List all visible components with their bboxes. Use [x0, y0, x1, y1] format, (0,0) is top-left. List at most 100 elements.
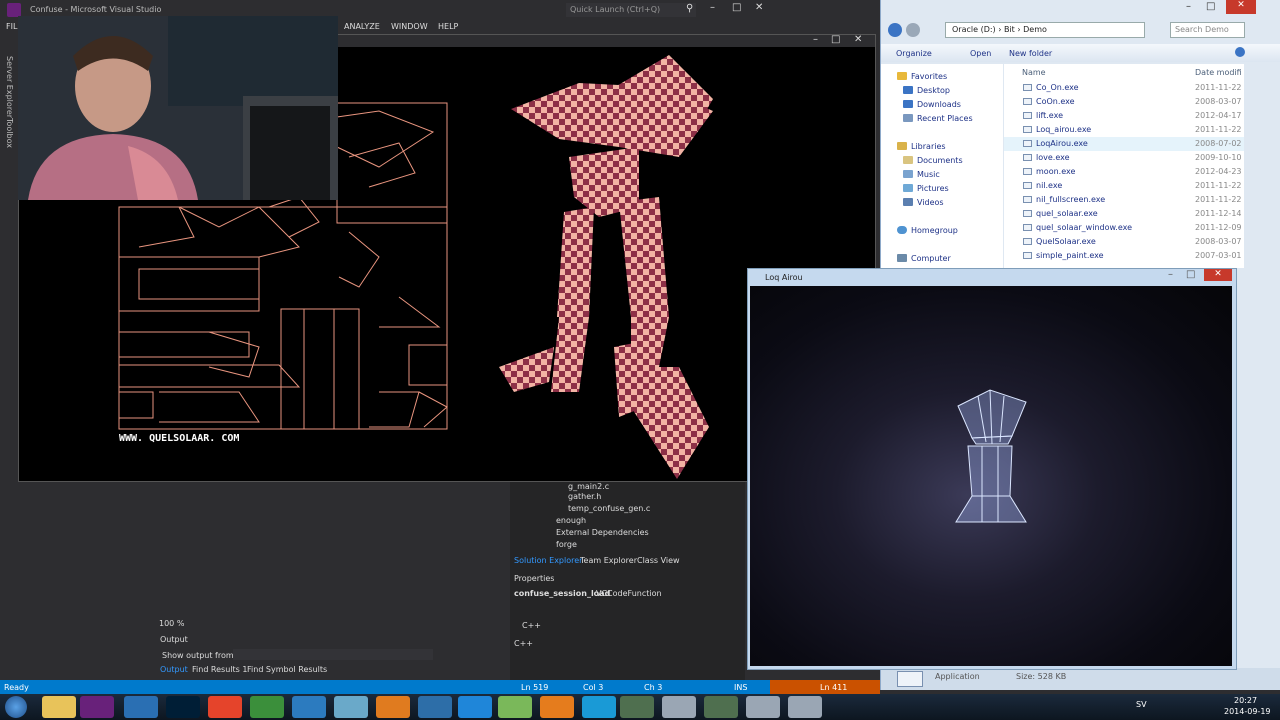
- solution-item[interactable]: External Dependencies: [556, 528, 649, 537]
- breadcrumb-oracle[interactable]: Oracle (D:): [952, 25, 996, 34]
- nav-music[interactable]: Music: [903, 170, 940, 179]
- forward-icon[interactable]: [906, 23, 920, 37]
- open-button[interactable]: Open: [970, 49, 991, 58]
- solution-item[interactable]: forge: [556, 540, 577, 549]
- app-icon[interactable]: [662, 696, 696, 718]
- app-icon[interactable]: [498, 696, 532, 718]
- minimize-button[interactable]: –: [710, 2, 715, 13]
- back-icon[interactable]: [888, 23, 902, 37]
- close-button[interactable]: ✕: [755, 2, 763, 13]
- documents-icon: [903, 156, 913, 164]
- solution-item[interactable]: gather.h: [568, 492, 601, 501]
- app-icon[interactable]: [292, 696, 326, 718]
- firefox-icon[interactable]: [376, 696, 410, 718]
- app-icon[interactable]: [704, 696, 738, 718]
- photoshop-icon[interactable]: [166, 696, 200, 718]
- column-date-modified[interactable]: Date modifi: [1195, 68, 1242, 77]
- solution-item[interactable]: g_main2.c: [568, 482, 609, 491]
- nav-recent-places[interactable]: Recent Places: [903, 114, 973, 123]
- nav-homegroup[interactable]: Homegroup: [897, 226, 958, 235]
- start-button[interactable]: [5, 696, 27, 718]
- app-icon[interactable]: [124, 696, 158, 718]
- properties-section[interactable]: C++: [522, 621, 541, 630]
- address-bar[interactable]: Oracle (D:) › Bit › Demo: [945, 22, 1145, 38]
- nav-documents[interactable]: Documents: [903, 156, 963, 165]
- menu-help[interactable]: HELP: [438, 22, 458, 31]
- column-name[interactable]: Name: [1022, 68, 1046, 77]
- skype-icon[interactable]: [582, 696, 616, 718]
- app-icon[interactable]: [746, 696, 780, 718]
- organize-button[interactable]: Organize: [896, 49, 932, 58]
- nav-computer[interactable]: Computer: [897, 254, 951, 263]
- class-view-tab[interactable]: Class View: [637, 556, 680, 565]
- solution-item[interactable]: temp_confuse_gen.c: [568, 504, 650, 513]
- find-results-tab[interactable]: Find Results 1: [192, 665, 247, 674]
- nav-videos[interactable]: Videos: [903, 198, 944, 207]
- app-icon[interactable]: [418, 696, 452, 718]
- file-row[interactable]: simple_paint.exe 2007-03-01: [1004, 249, 1244, 263]
- nav-pictures[interactable]: Pictures: [903, 184, 949, 193]
- maximize-button[interactable]: □: [732, 2, 741, 13]
- loq-maximize-button[interactable]: □: [1186, 269, 1195, 280]
- output-tab[interactable]: Output: [160, 665, 188, 674]
- internet-explorer-icon[interactable]: [458, 696, 492, 718]
- demo-minimize-button[interactable]: –: [813, 34, 818, 45]
- app-icon[interactable]: [208, 696, 242, 718]
- output-source-select[interactable]: [233, 649, 433, 660]
- breadcrumb-bit[interactable]: Bit: [1004, 25, 1015, 34]
- file-row[interactable]: love.exe 2009-10-10: [1004, 151, 1244, 165]
- app-icon[interactable]: [334, 696, 368, 718]
- app-icon[interactable]: [620, 696, 654, 718]
- nav-favorites[interactable]: Favorites: [897, 72, 947, 81]
- loq-close-button[interactable]: ✕: [1204, 269, 1232, 281]
- explorer-maximize-button[interactable]: □: [1206, 1, 1215, 12]
- team-explorer-tab[interactable]: Team Explorer: [580, 556, 637, 565]
- vlc-icon[interactable]: [540, 696, 574, 718]
- demo-maximize-button[interactable]: □: [831, 34, 840, 45]
- file-row-hovered[interactable]: LoqAirou.exe 2008-07-02: [1004, 137, 1244, 151]
- breadcrumb-demo[interactable]: Demo: [1023, 25, 1047, 34]
- explorer-close-button[interactable]: ✕: [1226, 0, 1256, 14]
- solution-item[interactable]: enough: [556, 516, 586, 525]
- demo-close-button[interactable]: ✕: [854, 34, 862, 45]
- app-icon[interactable]: [788, 696, 822, 718]
- toolbox-tab[interactable]: Toolbox: [5, 118, 14, 148]
- file-row[interactable]: nil.exe 2011-11-22: [1004, 179, 1244, 193]
- language-indicator[interactable]: SV: [1136, 700, 1147, 709]
- server-explorer-tab[interactable]: Server Explorer: [5, 56, 14, 118]
- nav-libraries[interactable]: Libraries: [897, 142, 946, 151]
- quick-launch-input[interactable]: Quick Launch (Ctrl+Q): [566, 3, 696, 17]
- visual-studio-icon[interactable]: [80, 696, 114, 718]
- nav-desktop[interactable]: Desktop: [903, 86, 950, 95]
- status-column: Col 3: [583, 683, 604, 692]
- loq-minimize-button[interactable]: –: [1168, 269, 1173, 280]
- file-row[interactable]: quel_solaar_window.exe 2011-12-09: [1004, 221, 1244, 235]
- menu-analyze[interactable]: ANALYZE: [344, 22, 380, 31]
- file-row[interactable]: QuelSolaar.exe 2008-03-07: [1004, 235, 1244, 249]
- loq-render-canvas[interactable]: [750, 286, 1232, 666]
- file-row[interactable]: Loq_airou.exe 2011-11-22: [1004, 123, 1244, 137]
- solution-explorer-tab[interactable]: Solution Explorer: [514, 556, 582, 565]
- file-row[interactable]: nil_fullscreen.exe 2011-11-22: [1004, 193, 1244, 207]
- zoom-level[interactable]: 100 %: [159, 619, 184, 628]
- nav-downloads[interactable]: Downloads: [903, 100, 961, 109]
- menu-file[interactable]: FIL: [6, 22, 17, 31]
- chrome-icon[interactable]: [250, 696, 284, 718]
- file-row[interactable]: CoOn.exe 2008-03-07: [1004, 95, 1244, 109]
- explorer-minimize-button[interactable]: –: [1186, 1, 1191, 12]
- new-folder-button[interactable]: New folder: [1009, 49, 1052, 58]
- folder-icon[interactable]: [42, 696, 76, 718]
- output-title: Output: [160, 635, 188, 644]
- properties-title: Properties: [514, 574, 555, 583]
- file-row[interactable]: quel_solaar.exe 2011-12-14: [1004, 207, 1244, 221]
- search-icon[interactable]: ⚲: [686, 3, 693, 14]
- file-row[interactable]: moon.exe 2012-04-23: [1004, 165, 1244, 179]
- search-input[interactable]: Search Demo: [1170, 22, 1245, 38]
- file-row[interactable]: lift.exe 2012-04-17: [1004, 109, 1244, 123]
- clock-date[interactable]: 2014-09-19: [1224, 707, 1271, 716]
- find-symbol-results-tab[interactable]: Find Symbol Results: [247, 665, 327, 674]
- clock-time[interactable]: 20:27: [1234, 696, 1257, 705]
- file-row[interactable]: Co_On.exe 2011-11-22: [1004, 81, 1244, 95]
- menu-window[interactable]: WINDOW: [391, 22, 428, 31]
- help-icon[interactable]: [1235, 47, 1245, 57]
